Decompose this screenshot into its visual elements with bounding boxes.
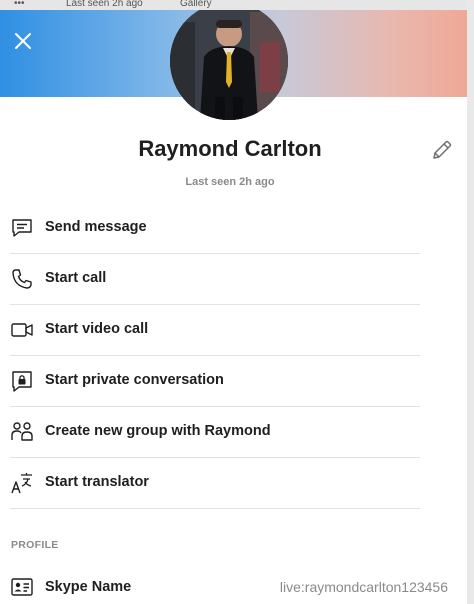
last-seen-status: Last seen 2h ago	[185, 176, 275, 188]
start-private-conversation-label: Start private conversation	[45, 372, 224, 388]
background-gallery-label: Gallery	[180, 0, 212, 9]
chat-icon	[10, 216, 34, 240]
close-icon	[15, 33, 31, 49]
pencil-icon	[433, 140, 452, 159]
contact-name: Raymond Carlton	[138, 136, 322, 161]
background-menu-glyph: •••	[14, 0, 25, 9]
background-app-edge	[466, 0, 474, 604]
start-call-action[interactable]: Start call	[10, 254, 420, 305]
start-video-call-label: Start video call	[45, 321, 149, 337]
contact-profile-panel: Raymond Carlton Last seen 2h ago Send me…	[0, 10, 467, 604]
create-group-label: Create new group with Raymond	[45, 423, 271, 439]
avatar-photo	[170, 10, 288, 120]
translate-icon	[10, 471, 34, 495]
avatar[interactable]	[170, 10, 288, 120]
phone-icon	[10, 267, 34, 291]
video-camera-icon	[10, 318, 34, 342]
contact-actions-list: Send message Start call Start video call	[10, 203, 420, 509]
start-call-label: Start call	[45, 270, 107, 286]
create-group-action[interactable]: Create new group with Raymond	[10, 407, 420, 458]
start-video-call-action[interactable]: Start video call	[10, 305, 420, 356]
edit-profile-button[interactable]	[430, 138, 454, 162]
close-button[interactable]	[10, 28, 36, 54]
background-app-header: ••• Last seen 2h ago Gallery	[0, 0, 474, 10]
skype-name-row: Skype Name live:raymondcarlton123456	[10, 573, 450, 601]
lock-chat-icon	[10, 369, 34, 393]
profile-section-title: PROFILE	[11, 539, 59, 551]
group-icon	[10, 420, 34, 444]
skype-name-value[interactable]: live:raymondcarlton123456	[280, 579, 448, 595]
start-private-conversation-action[interactable]: Start private conversation	[10, 356, 420, 407]
background-status-text: Last seen 2h ago	[66, 0, 143, 9]
skype-name-label: Skype Name	[45, 579, 132, 595]
send-message-action[interactable]: Send message	[10, 203, 420, 254]
start-translator-action[interactable]: Start translator	[10, 458, 420, 509]
send-message-label: Send message	[45, 219, 147, 235]
start-translator-label: Start translator	[45, 474, 149, 490]
id-card-icon	[10, 575, 34, 599]
